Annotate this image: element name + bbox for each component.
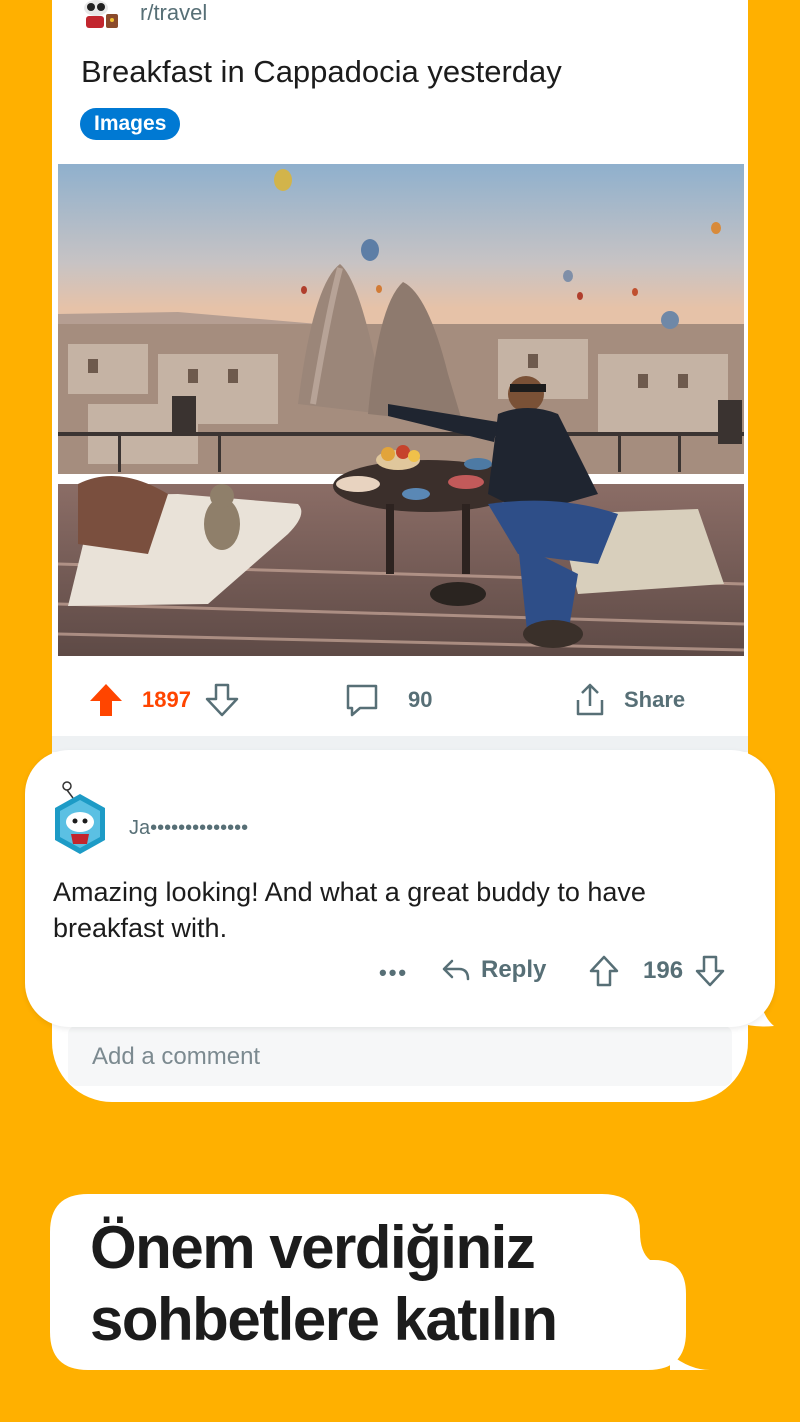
share-button[interactable]: Share <box>572 668 685 732</box>
commenter-avatar[interactable] <box>51 780 109 862</box>
commenter-username[interactable]: Ja•••••••••••••• <box>129 816 248 840</box>
post-header: r/travel Breakfast in Cappadocia yesterd… <box>52 0 748 160</box>
comment-icon <box>344 682 380 718</box>
comment-card: Ja•••••••••••••• Amazing looking! And wh… <box>25 750 775 1027</box>
share-label: Share <box>624 687 686 712</box>
add-comment-input[interactable]: Add a comment <box>68 1026 732 1086</box>
comment-downvote-icon[interactable] <box>695 954 725 988</box>
comment-count: 90 <box>408 687 433 712</box>
comment-upvote-icon[interactable] <box>589 954 619 988</box>
post-image[interactable] <box>58 164 744 656</box>
reply-button[interactable]: Reply <box>441 956 546 984</box>
reply-label: Reply <box>481 956 547 983</box>
upvote-count: 1897 <box>142 687 191 712</box>
post-action-bar: 1897 90 Share <box>52 668 748 732</box>
downvote-icon[interactable] <box>205 682 239 718</box>
subreddit-name[interactable]: r/travel <box>140 0 207 26</box>
upvote-icon[interactable] <box>88 682 124 718</box>
subreddit-avatar[interactable] <box>80 0 120 30</box>
post-flair[interactable]: Images <box>80 108 181 140</box>
comment-vote-group: 196 <box>589 954 725 988</box>
add-comment-placeholder: Add a comment <box>92 1043 261 1070</box>
comment-vote-count: 196 <box>643 957 684 984</box>
comment-body: Amazing looking! And what a great buddy … <box>53 877 646 943</box>
promo-headline-line2: sohbetlere katılın <box>90 1286 558 1353</box>
promo-headline-line1: Önem verdiğiniz <box>90 1214 536 1281</box>
post-vote-group: 1897 <box>88 668 239 732</box>
share-icon <box>572 682 608 718</box>
comment-action-bar: ••• Reply 196 <box>25 950 775 1000</box>
comments-button[interactable]: 90 <box>344 668 432 732</box>
post-title[interactable]: Breakfast in Cappadocia yesterday <box>81 50 562 94</box>
more-icon[interactable]: ••• <box>379 960 408 986</box>
reply-icon <box>441 957 471 983</box>
